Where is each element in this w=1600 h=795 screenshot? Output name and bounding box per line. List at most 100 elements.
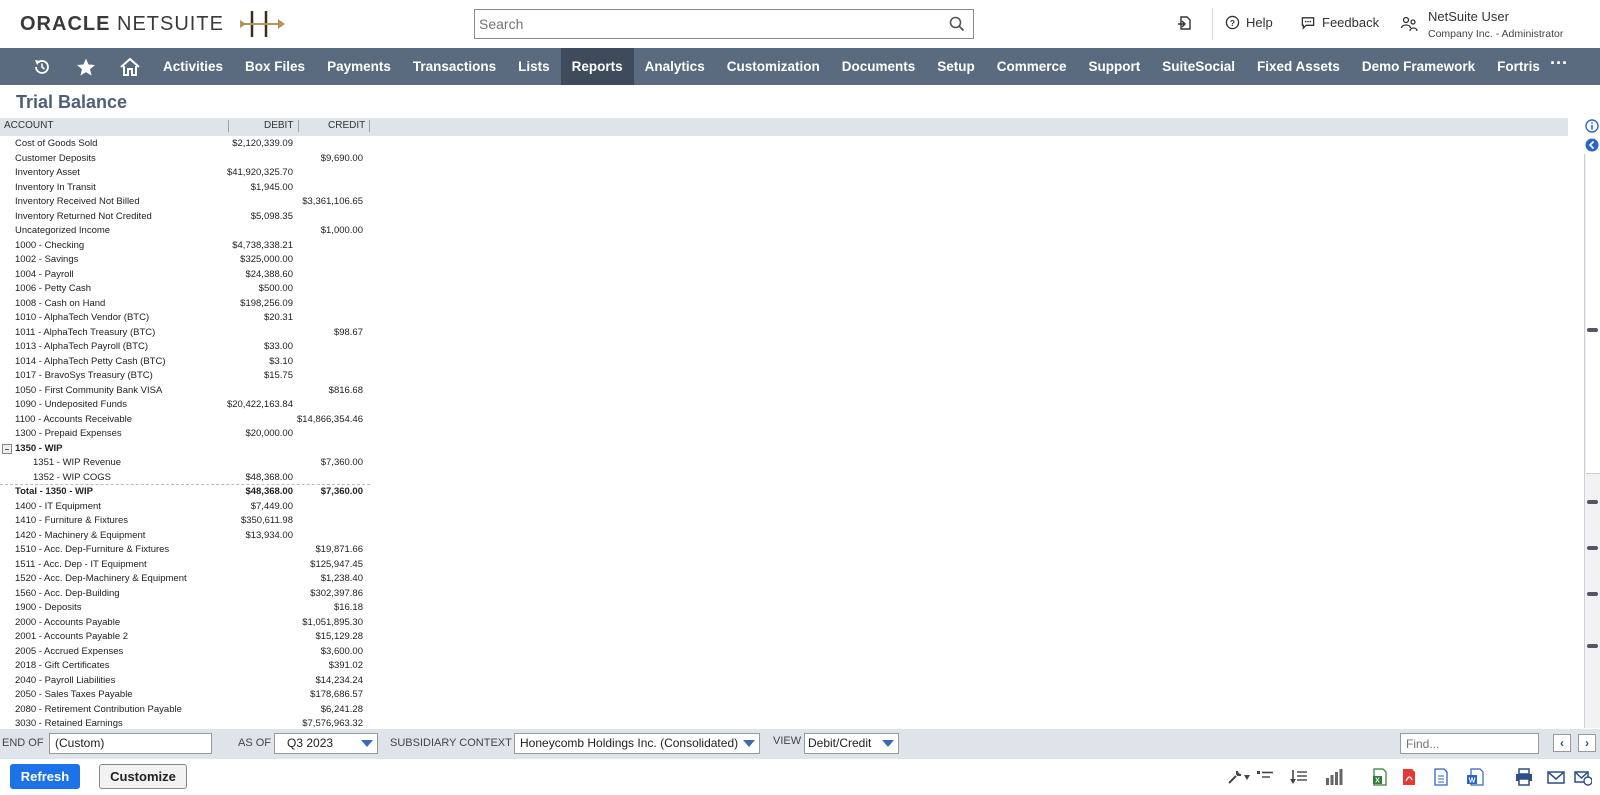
- credit-cell[interactable]: $98.67: [334, 326, 363, 341]
- credit-cell[interactable]: $302,397.86: [310, 587, 363, 602]
- nav-box-files[interactable]: Box Files: [234, 48, 316, 85]
- credit-cell[interactable]: $178,686.57: [310, 688, 363, 703]
- table-row[interactable]: 2040 - Payroll Liabilities $14,234.24: [0, 674, 370, 689]
- nav-demo-framework[interactable]: Demo Framework: [1351, 48, 1486, 85]
- column-divider[interactable]: [228, 120, 229, 132]
- home-button[interactable]: [108, 48, 152, 85]
- find-input[interactable]: [1400, 733, 1539, 754]
- table-row[interactable]: 1511 - Acc. Dep - IT Equipment $125,947.4…: [0, 558, 370, 573]
- column-divider[interactable]: [298, 120, 299, 132]
- feedback-link[interactable]: Feedback: [1300, 15, 1379, 30]
- table-row[interactable]: Inventory Received Not Billed $3,361,106.…: [0, 195, 370, 210]
- credit-cell[interactable]: $125,947.45: [310, 558, 363, 573]
- global-search[interactable]: [474, 9, 974, 39]
- debit-cell[interactable]: $41,920,325.70: [227, 166, 293, 181]
- table-row[interactable]: 1900 - Deposits $16.18: [0, 601, 370, 616]
- export-csv-icon[interactable]: [1432, 768, 1450, 786]
- credit-cell[interactable]: $19,871.66: [315, 543, 363, 558]
- info-icon[interactable]: [1585, 119, 1599, 133]
- collapse-toggle-icon[interactable]: [2, 443, 12, 454]
- role-switch-icon[interactable]: [1400, 15, 1418, 33]
- table-row[interactable]: 1014 - AlphaTech Petty Cash (BTC) $3.10: [0, 355, 370, 370]
- nav-lists[interactable]: Lists: [507, 48, 561, 85]
- refresh-button[interactable]: Refresh: [10, 764, 80, 789]
- debit-cell[interactable]: $198,256.09: [240, 297, 293, 312]
- credit-cell[interactable]: $14,866,354.46: [297, 413, 363, 428]
- debit-cell[interactable]: $4,738,338.21: [232, 239, 293, 254]
- nav-setup[interactable]: Setup: [926, 48, 986, 85]
- nav-reports[interactable]: Reports: [560, 48, 634, 85]
- table-row[interactable]: 2005 - Accrued Expenses $3,600.00: [0, 645, 370, 660]
- credit-cell[interactable]: $7,360.00: [321, 485, 363, 500]
- table-row[interactable]: 1300 - Prepaid Expenses $20,000.00: [0, 427, 370, 442]
- vertical-scrollbar[interactable]: [1584, 154, 1600, 728]
- table-row[interactable]: 3030 - Retained Earnings $7,576,963.32: [0, 717, 370, 728]
- table-row[interactable]: 1004 - Payroll $24,388.60: [0, 268, 370, 283]
- table-row[interactable]: Cost of Goods Sold $2,120,339.09: [0, 137, 370, 152]
- nav-suitesocial[interactable]: SuiteSocial: [1151, 48, 1246, 85]
- table-row[interactable]: 1002 - Savings $325,000.00: [0, 253, 370, 268]
- credit-cell[interactable]: $7,576,963.32: [302, 717, 363, 728]
- debit-cell[interactable]: $20,422,163.84: [227, 398, 293, 413]
- table-row[interactable]: 1000 - Checking $4,738,338.21: [0, 239, 370, 254]
- credit-cell[interactable]: $15,129.28: [315, 630, 363, 645]
- debit-cell[interactable]: $3.10: [269, 355, 293, 370]
- credit-cell[interactable]: $14,234.24: [315, 674, 363, 689]
- debit-cell[interactable]: $325,000.00: [240, 253, 293, 268]
- customize-button[interactable]: Customize: [99, 764, 187, 789]
- help-link[interactable]: ? Help: [1225, 15, 1273, 30]
- credit-cell[interactable]: $7,360.00: [321, 456, 363, 471]
- column-account[interactable]: ACCOUNT: [4, 120, 53, 131]
- nav-fixed-assets[interactable]: Fixed Assets: [1246, 48, 1351, 85]
- nav-commerce[interactable]: Commerce: [986, 48, 1078, 85]
- table-row[interactable]: 1010 - AlphaTech Vendor (BTC) $20.31: [0, 311, 370, 326]
- export-excel-icon[interactable]: X: [1371, 768, 1389, 786]
- wrench-icon[interactable]: [1226, 768, 1244, 786]
- subsidiary-select[interactable]: Honeycomb Holdings Inc. (Consolidated): [514, 733, 760, 754]
- table-row[interactable]: 1351 - WIP Revenue $7,360.00: [0, 456, 370, 471]
- table-row[interactable]: 1011 - AlphaTech Treasury (BTC) $98.67: [0, 326, 370, 341]
- table-row[interactable]: 1400 - IT Equipment $7,449.00: [0, 500, 370, 515]
- chart-icon[interactable]: [1325, 768, 1343, 786]
- email-icon[interactable]: [1547, 768, 1565, 786]
- table-row[interactable]: 1006 - Petty Cash $500.00: [0, 282, 370, 297]
- nav-customization[interactable]: Customization: [716, 48, 831, 85]
- nav-support[interactable]: Support: [1078, 48, 1152, 85]
- table-row[interactable]: Inventory Asset $41,920,325.70: [0, 166, 370, 181]
- schedule-email-icon[interactable]: [1574, 768, 1592, 786]
- table-row[interactable]: 1100 - Accounts Receivable $14,866,354.46: [0, 413, 370, 428]
- nav-payments[interactable]: Payments: [316, 48, 402, 85]
- credit-cell[interactable]: $3,600.00: [321, 645, 363, 660]
- table-row[interactable]: 1050 - First Community Bank VISA $816.68: [0, 384, 370, 399]
- chevron-down-icon[interactable]: [1244, 775, 1250, 780]
- credit-cell[interactable]: $3,361,106.65: [302, 195, 363, 210]
- debit-cell[interactable]: $500.00: [259, 282, 293, 297]
- nav-activities[interactable]: Activities: [152, 48, 234, 85]
- expand-all-icon[interactable]: [1290, 768, 1308, 786]
- table-row[interactable]: 1410 - Furniture & Fixtures $350,611.98: [0, 514, 370, 529]
- credit-cell[interactable]: $16.18: [334, 601, 363, 616]
- table-row[interactable]: 1420 - Machinery & Equipment $13,934.00: [0, 529, 370, 544]
- as-of-select[interactable]: Q3 2023: [274, 733, 378, 754]
- table-row[interactable]: 2018 - Gift Certificates $391.02: [0, 659, 370, 674]
- view-select[interactable]: Debit/Credit: [804, 733, 899, 754]
- collapse-all-icon[interactable]: [1256, 768, 1274, 786]
- credit-cell[interactable]: $1,051,895.30: [302, 616, 363, 631]
- debit-cell[interactable]: $48,368.00: [245, 471, 293, 486]
- debit-cell[interactable]: $48,368.00: [245, 485, 293, 500]
- table-row[interactable]: 2050 - Sales Taxes Payable $178,686.57: [0, 688, 370, 703]
- export-pdf-icon[interactable]: [1400, 768, 1418, 786]
- more-menu-button[interactable]: ···: [1550, 53, 1568, 74]
- nav-analytics[interactable]: Analytics: [634, 48, 716, 85]
- scrollbar-thumb[interactable]: [1586, 154, 1600, 474]
- search-icon[interactable]: [949, 16, 965, 32]
- column-credit[interactable]: CREDIT: [328, 120, 365, 131]
- debit-cell[interactable]: $20,000.00: [245, 427, 293, 442]
- table-row[interactable]: 1560 - Acc. Dep-Building $302,397.86: [0, 587, 370, 602]
- table-row[interactable]: Customer Deposits $9,690.00: [0, 152, 370, 167]
- credit-cell[interactable]: $9,690.00: [321, 152, 363, 167]
- recent-records-button[interactable]: [1177, 15, 1193, 31]
- table-row[interactable]: Inventory In Transit $1,945.00: [0, 181, 370, 196]
- table-row[interactable]: 1008 - Cash on Hand $198,256.09: [0, 297, 370, 312]
- table-row[interactable]: 1520 - Acc. Dep-Machinery & Equipment $1,…: [0, 572, 370, 587]
